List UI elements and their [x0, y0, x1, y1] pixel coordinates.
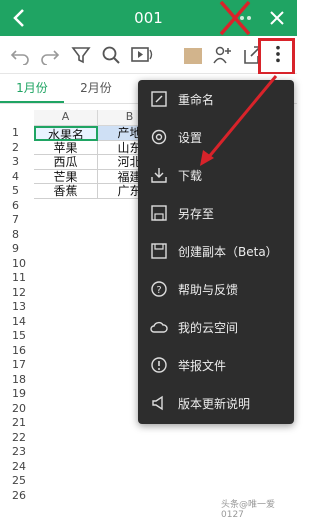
close-icon[interactable]: [269, 10, 285, 26]
row-number[interactable]: 8: [0, 228, 34, 243]
row-number[interactable]: 22: [0, 431, 34, 446]
table-cell[interactable]: 苹果: [34, 140, 98, 155]
row-number[interactable]: 10: [0, 257, 34, 272]
row-number[interactable]: 1: [0, 126, 34, 141]
menu-item-label: 举报文件: [178, 359, 227, 373]
menu-item-label: 创建副本（Beta）: [178, 245, 278, 259]
report-icon: [151, 357, 167, 373]
row-number[interactable]: 5: [0, 184, 34, 199]
more-options-menu: 重命名 设置 下载 另存至 创建副本（Beta）? 帮助与反馈 我的云空间 举报文件 版本更新说…: [138, 80, 294, 424]
menu-item-label: 我的云空间: [178, 321, 239, 335]
copy-icon: [151, 243, 167, 259]
menu-item-label: 另存至: [178, 207, 215, 221]
row-number[interactable]: 3: [0, 155, 34, 170]
column-header-a[interactable]: A: [34, 110, 98, 126]
undo-icon[interactable]: [10, 45, 30, 65]
toolbar: [0, 36, 297, 75]
cloud-icon: [150, 321, 168, 333]
svg-text:?: ?: [156, 285, 161, 296]
table-cell[interactable]: 芒果: [34, 169, 98, 184]
menu-item-1[interactable]: 重命名: [138, 80, 294, 118]
tab-1[interactable]: 1月份: [0, 74, 64, 103]
menu-item-7[interactable]: 我的云空间: [138, 308, 294, 346]
row-number[interactable]: 20: [0, 402, 34, 417]
slideshow-icon[interactable]: [130, 45, 154, 65]
menu-item-9[interactable]: 版本更新说明: [138, 384, 294, 422]
menu-item-label: 版本更新说明: [178, 397, 251, 411]
watermark: 头条@唯一爱0127: [221, 500, 276, 519]
menu-item-label: 帮助与反馈: [178, 283, 239, 297]
settings-icon: [151, 129, 167, 145]
download-icon: [151, 168, 167, 183]
row-number[interactable]: 4: [0, 170, 34, 185]
table-cell[interactable]: 水果名: [34, 126, 98, 141]
tab-2[interactable]: 2月份: [64, 74, 128, 103]
row-number[interactable]: 19: [0, 387, 34, 402]
menu-item-4[interactable]: 另存至: [138, 194, 294, 232]
help-icon: ?: [151, 281, 167, 297]
row-number[interactable]: 25: [0, 474, 34, 489]
title-bar: 001: [0, 0, 297, 36]
row-number[interactable]: 16: [0, 344, 34, 359]
paint-icon[interactable]: [184, 48, 202, 64]
menu-item-6[interactable]: ? 帮助与反馈: [138, 270, 294, 308]
row-number[interactable]: 24: [0, 460, 34, 475]
row-number[interactable]: 14: [0, 315, 34, 330]
row-number[interactable]: 18: [0, 373, 34, 388]
row-number[interactable]: 2: [0, 141, 34, 156]
menu-item-2[interactable]: 设置: [138, 118, 294, 156]
row-number[interactable]: 26: [0, 489, 34, 504]
row-number[interactable]: 12: [0, 286, 34, 301]
search-icon[interactable]: [101, 45, 121, 65]
menu-item-8[interactable]: 举报文件: [138, 346, 294, 384]
row-number[interactable]: 23: [0, 445, 34, 460]
table-cell[interactable]: 香蕉: [34, 184, 98, 199]
announce-icon: [152, 395, 163, 411]
redo-icon[interactable]: [40, 45, 60, 65]
filter-icon[interactable]: [71, 45, 91, 65]
row-number[interactable]: 13: [0, 300, 34, 315]
add-user-icon[interactable]: [212, 45, 232, 65]
row-number[interactable]: 15: [0, 329, 34, 344]
menu-item-label: 下载: [178, 169, 203, 183]
more-vert-icon[interactable]: [268, 44, 288, 64]
row-number[interactable]: 21: [0, 416, 34, 431]
row-number[interactable]: 9: [0, 242, 34, 257]
menu-item-3[interactable]: 下载: [138, 156, 294, 194]
annotation-cross-icon: [219, 0, 251, 36]
row-number[interactable]: 11: [0, 271, 34, 286]
menu-item-5[interactable]: 创建副本（Beta）: [138, 232, 294, 270]
row-number[interactable]: 17: [0, 358, 34, 373]
row-number[interactable]: 7: [0, 213, 34, 228]
row-number[interactable]: 6: [0, 199, 34, 214]
save-as-icon: [151, 205, 167, 221]
menu-item-label: 重命名: [178, 93, 215, 107]
menu-item-label: 设置: [178, 131, 203, 145]
table-cell[interactable]: 西瓜: [34, 155, 98, 170]
rename-icon: [151, 91, 167, 107]
